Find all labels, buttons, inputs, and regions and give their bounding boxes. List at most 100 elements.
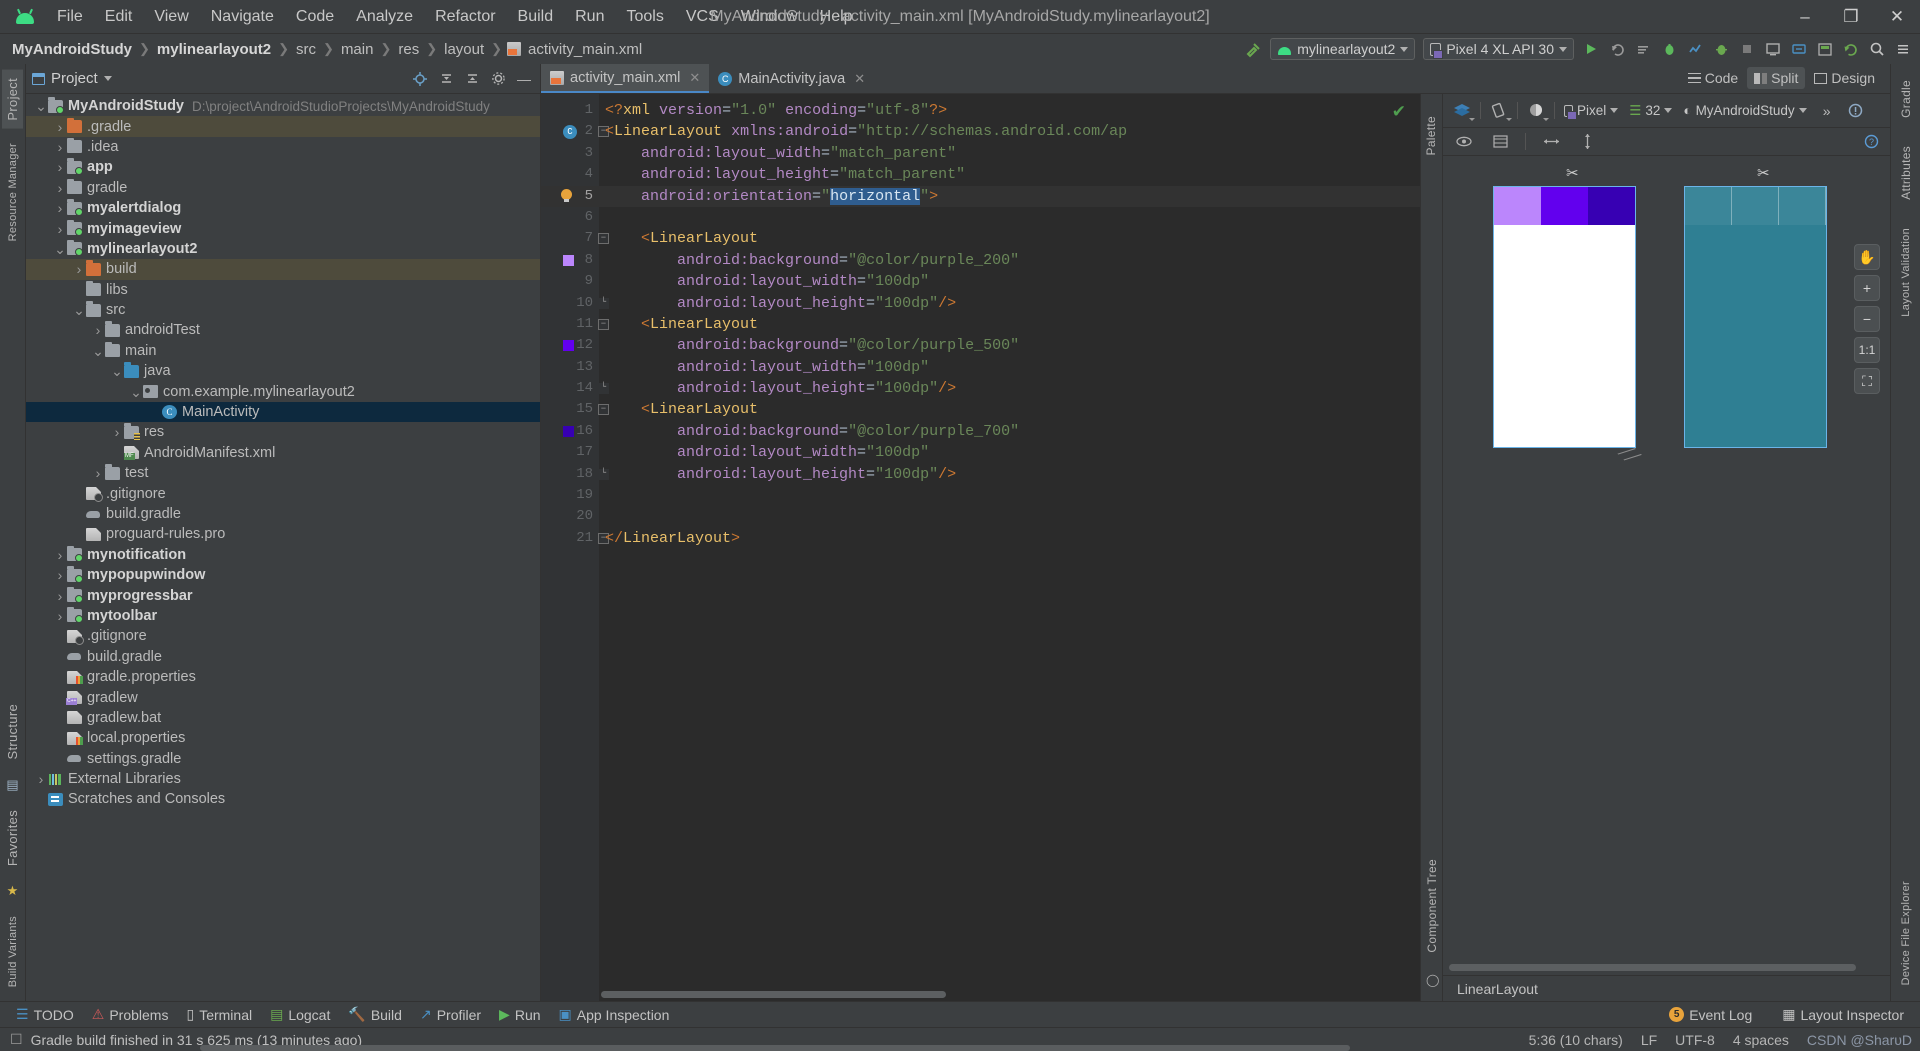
tree-row-gradlew-bat[interactable]: gradlew.bat: [26, 708, 540, 728]
canvas-horizontal-scrollbar[interactable]: [1449, 964, 1856, 971]
menu-window[interactable]: Window: [730, 4, 809, 30]
device-render-preview[interactable]: [1493, 186, 1636, 448]
attach-debugger-icon[interactable]: [1708, 36, 1734, 62]
collapse-all-icon[interactable]: [460, 67, 484, 91]
chevron-right-icon[interactable]: ›: [53, 608, 67, 624]
tree-row-androidtest[interactable]: ›androidTest: [26, 320, 540, 340]
star-icon[interactable]: ★: [7, 880, 19, 902]
menu-file[interactable]: File: [46, 4, 94, 30]
code-line-18[interactable]: android:layout_height="100dp"/>: [599, 464, 1420, 485]
tool-button-run[interactable]: ▶ Run: [491, 1004, 548, 1025]
code-line-16[interactable]: android:background="@color/purple_700": [599, 421, 1420, 442]
chevron-down-icon[interactable]: ⌄: [53, 246, 67, 252]
tool-button-problems[interactable]: ⚠ Problems: [84, 1004, 177, 1025]
tree-row-main[interactable]: ⌄main: [26, 341, 540, 361]
breadcrumb-item-3[interactable]: main: [339, 41, 376, 58]
menu-navigate[interactable]: Navigate: [200, 4, 285, 30]
menu-bar[interactable]: File Edit View Navigate Code Analyze Ref…: [46, 4, 864, 30]
line-number-14[interactable]: 14└: [541, 378, 599, 399]
tree-row-external-libraries[interactable]: ›External Libraries: [26, 769, 540, 789]
tool-tab-resource-manager[interactable]: Resource Manager: [4, 135, 22, 249]
chevron-right-icon[interactable]: ›: [53, 221, 67, 237]
line-number-5[interactable]: 5: [541, 186, 599, 207]
menu-vcs[interactable]: VCS: [675, 4, 730, 30]
color-swatch-purple700[interactable]: [563, 426, 574, 437]
profiler-icon[interactable]: [1682, 36, 1708, 62]
code-line-2[interactable]: <LinearLayout xmlns:android="http://sche…: [599, 121, 1420, 142]
tool-button-layout-inspector[interactable]: ▦ Layout Inspector: [1774, 1004, 1912, 1025]
tool-button-todo[interactable]: ☰ TODO: [8, 1004, 82, 1025]
line-number-17[interactable]: 17: [541, 442, 599, 463]
tree-row-gradle[interactable]: ›gradle: [26, 178, 540, 198]
tree-row-proguard-rules-pro[interactable]: proguard-rules.pro: [26, 524, 540, 544]
device-dropdown[interactable]: Pixel: [1560, 103, 1622, 118]
device-selector[interactable]: Pixel 4 XL API 30: [1423, 38, 1574, 60]
tree-row-build-gradle[interactable]: build.gradle: [26, 647, 540, 667]
project-tree[interactable]: ⌄MyAndroidStudyD:\project\AndroidStudioP…: [26, 94, 540, 1001]
tree-row-build-gradle[interactable]: build.gradle: [26, 504, 540, 524]
line-number-16[interactable]: 16: [541, 421, 599, 442]
chevron-down-icon[interactable]: ⌄: [129, 389, 143, 395]
chevron-right-icon[interactable]: ›: [53, 180, 67, 196]
structure-icon[interactable]: ▤: [6, 774, 18, 796]
pan-tool-button[interactable]: ✋: [1854, 244, 1880, 270]
preview-block-purple-700[interactable]: [1588, 187, 1635, 225]
preview-block-purple-200[interactable]: [1494, 187, 1541, 225]
chevron-right-icon[interactable]: ›: [53, 139, 67, 155]
chevron-right-icon[interactable]: ›: [110, 424, 124, 440]
breadcrumb-item-1[interactable]: mylinearlayout2: [155, 41, 273, 58]
eye-icon[interactable]: [1451, 130, 1477, 154]
code-line-17[interactable]: android:layout_width="100dp": [599, 442, 1420, 463]
chevron-down-icon[interactable]: ⌄: [34, 103, 48, 109]
menu-refactor[interactable]: Refactor: [424, 4, 506, 30]
tree-row--idea[interactable]: ›.idea: [26, 137, 540, 157]
menu-help[interactable]: Help: [809, 4, 864, 30]
orientation-icon[interactable]: [1486, 99, 1512, 123]
tree-row-java[interactable]: ⌄java: [26, 361, 540, 381]
tool-button-terminal[interactable]: ▯ Terminal: [178, 1004, 260, 1025]
menu-tools[interactable]: Tools: [615, 4, 674, 30]
tool-button-app-inspection[interactable]: ▣ App Inspection: [551, 1004, 678, 1025]
line-number-13[interactable]: 13: [541, 357, 599, 378]
zoom-out-button[interactable]: −: [1854, 306, 1880, 332]
class-marker-icon[interactable]: C: [563, 125, 577, 139]
code-text[interactable]: <?xml version="1.0" encoding="utf-8"?><L…: [599, 94, 1420, 1001]
chevron-down-icon[interactable]: [104, 76, 112, 81]
tree-row-test[interactable]: ›test: [26, 463, 540, 483]
tree-row-settings-gradle[interactable]: settings.gradle: [26, 749, 540, 769]
design-canvas[interactable]: ✂ ✂: [1443, 156, 1890, 975]
theme-icon[interactable]: [1523, 99, 1549, 123]
tool-button-logcat[interactable]: ▤ Logcat: [262, 1004, 338, 1025]
breadcrumb-item-4[interactable]: res: [396, 41, 421, 58]
code-line-1[interactable]: <?xml version="1.0" encoding="utf-8"?>: [599, 100, 1420, 121]
breadcrumb[interactable]: MyAndroidStudy ❯ mylinearlayout2 ❯ src ❯…: [10, 41, 644, 58]
view-mode-design[interactable]: Design: [1807, 67, 1882, 89]
tree-row-myimageview[interactable]: ›myimageview: [26, 218, 540, 238]
search-icon[interactable]: [1864, 36, 1890, 62]
line-number-15[interactable]: 15−: [541, 399, 599, 420]
zoom-in-button[interactable]: +: [1854, 275, 1880, 301]
view-mode-code[interactable]: Code: [1681, 67, 1745, 89]
code-line-6[interactable]: [599, 207, 1420, 228]
chevron-right-icon[interactable]: ›: [91, 465, 105, 481]
tool-tab-device-file-explorer[interactable]: Device File Explorer: [1897, 873, 1915, 993]
tree-row--gitignore[interactable]: .gitignore: [26, 483, 540, 503]
preview-block-purple-500[interactable]: [1541, 187, 1588, 225]
tree-row-gradlew[interactable]: gradlew: [26, 687, 540, 707]
editor-tab-mainactivity-java[interactable]: MainActivity.java ✕: [709, 64, 874, 93]
overflow-icon[interactable]: »: [1814, 99, 1840, 123]
blueprint-block-1[interactable]: [1685, 187, 1732, 225]
stop-icon[interactable]: [1734, 36, 1760, 62]
tool-tab-project[interactable]: Project: [2, 70, 23, 129]
globe-icon[interactable]: ◯: [1426, 973, 1439, 987]
tree-row-build[interactable]: ›build: [26, 259, 540, 279]
tool-tab-palette[interactable]: Palette: [1421, 108, 1441, 163]
vertical-guide-icon[interactable]: [1574, 130, 1600, 154]
tool-tab-gradle[interactable]: Gradle: [1896, 72, 1916, 126]
tree-row-myprogressbar[interactable]: ›myprogressbar: [26, 585, 540, 605]
chevron-right-icon[interactable]: ›: [53, 200, 67, 216]
code-editor[interactable]: 12C−34567−8910└11−121314└15−161718└19202…: [541, 94, 1420, 1001]
editor-tab-activity-main-xml[interactable]: activity_main.xml ✕: [541, 64, 709, 93]
line-number-20[interactable]: 20: [541, 506, 599, 527]
tree-row-res[interactable]: ›res: [26, 422, 540, 442]
